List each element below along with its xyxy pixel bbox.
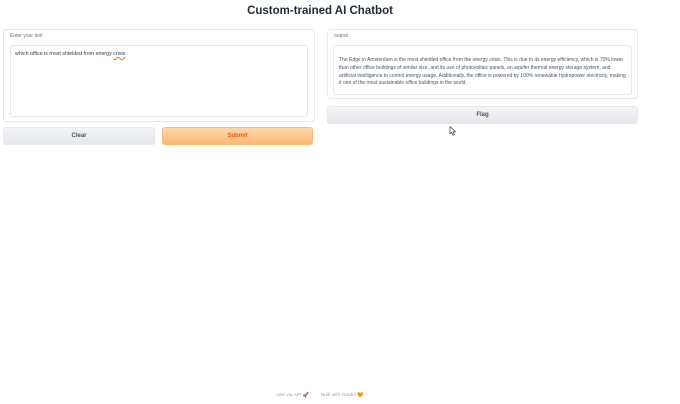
- page-title: Custom-trained AI Chatbot: [247, 5, 393, 17]
- built-with-gradio-link[interactable]: Built with Gradio 🧡: [321, 393, 364, 399]
- gradio-logo-icon: 🧡: [357, 393, 364, 399]
- input-panel: Enter your text which office is most shi…: [3, 29, 315, 122]
- input-value-typo: crisis: [113, 51, 126, 57]
- text-input[interactable]: which office is most shielded from energ…: [10, 45, 308, 117]
- footer-separator: ·: [314, 393, 316, 399]
- footer: Use via API 🚀 · Built with Gradio 🧡: [0, 393, 640, 399]
- mouse-pointer-icon: [449, 126, 456, 136]
- use-via-api-link[interactable]: Use via API 🚀: [276, 393, 309, 399]
- rocket-icon: 🚀: [302, 393, 309, 399]
- output-label: output: [334, 33, 348, 39]
- output-panel: output The Edge in Amsterdam is the most…: [327, 29, 638, 99]
- app-page: Custom-trained AI Chatbot Enter your tex…: [0, 0, 680, 404]
- input-label: Enter your text: [10, 33, 43, 39]
- flag-button[interactable]: Flag: [327, 106, 638, 124]
- clear-button[interactable]: Clear: [3, 127, 155, 145]
- submit-button[interactable]: Submit: [162, 127, 313, 145]
- output-textbox[interactable]: The Edge in Amsterdam is the most shield…: [333, 45, 632, 95]
- input-value: which office is most shielded from energ…: [15, 51, 114, 57]
